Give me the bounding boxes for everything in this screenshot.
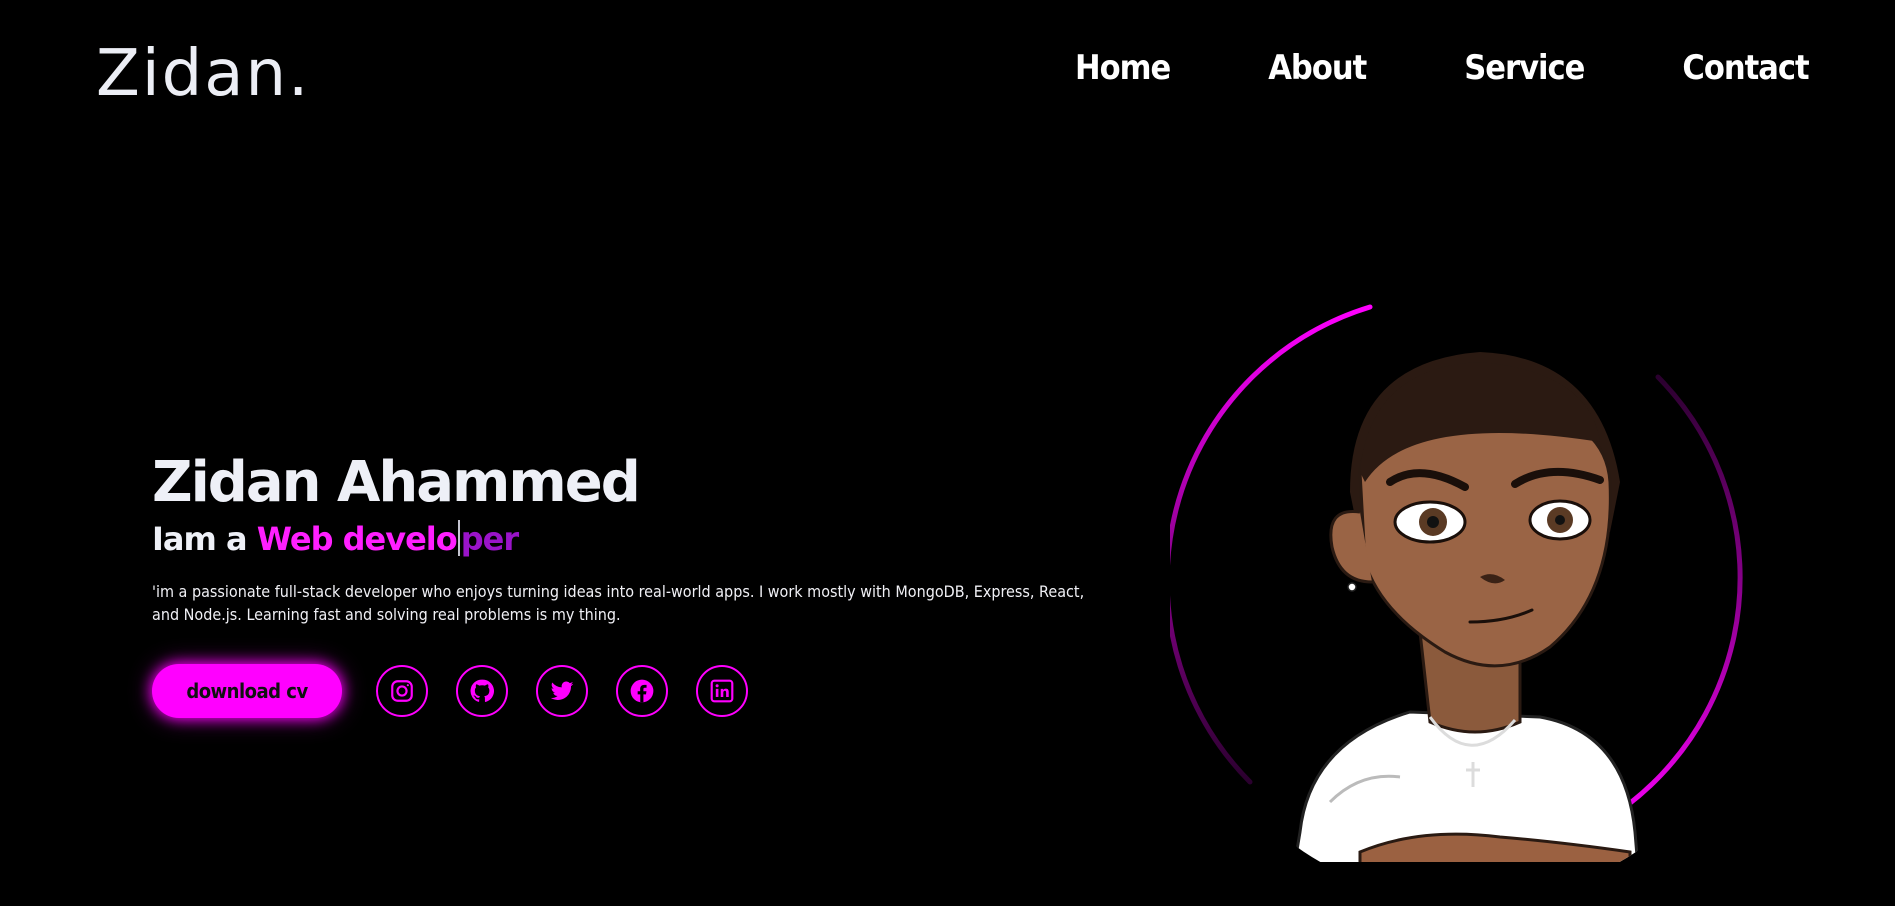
instagram-link[interactable] bbox=[376, 665, 428, 717]
nav-home[interactable]: Home bbox=[1075, 44, 1171, 92]
hero-bio: 'im a passionate full-stack developer wh… bbox=[152, 582, 1085, 624]
github-link[interactable] bbox=[456, 665, 508, 717]
download-cv-button[interactable]: download cv bbox=[152, 664, 342, 718]
facebook-link[interactable] bbox=[616, 665, 668, 717]
role-rest: per bbox=[460, 520, 519, 558]
role-prefix: Iam a bbox=[152, 520, 257, 558]
nav-service[interactable]: Service bbox=[1464, 44, 1585, 92]
main-nav: Home About Service Contact bbox=[1075, 44, 1810, 92]
nav-about[interactable]: About bbox=[1268, 44, 1367, 92]
hero-name: Zidan Ahammed bbox=[152, 450, 641, 515]
typing-cursor bbox=[457, 520, 460, 556]
cartoon-avatar bbox=[1288, 352, 1642, 862]
linkedin-icon bbox=[710, 679, 734, 703]
hero-role: Iam a Web develo per bbox=[152, 518, 1102, 560]
nav-contact[interactable]: Contact bbox=[1682, 44, 1809, 92]
hero-actions: download cv bbox=[152, 664, 1102, 718]
github-icon bbox=[470, 679, 495, 702]
twitter-icon bbox=[550, 681, 574, 700]
site-logo[interactable]: Zidan. bbox=[96, 34, 310, 114]
facebook-icon bbox=[630, 679, 654, 703]
role-typed: Web develo bbox=[256, 520, 458, 558]
instagram-icon bbox=[391, 680, 413, 702]
twitter-link[interactable] bbox=[536, 665, 588, 717]
profile-portrait bbox=[1170, 302, 1750, 862]
hero-section: Zidan Ahammed Iam a Web develo per 'im a … bbox=[152, 448, 1102, 718]
linkedin-link[interactable] bbox=[696, 665, 748, 717]
